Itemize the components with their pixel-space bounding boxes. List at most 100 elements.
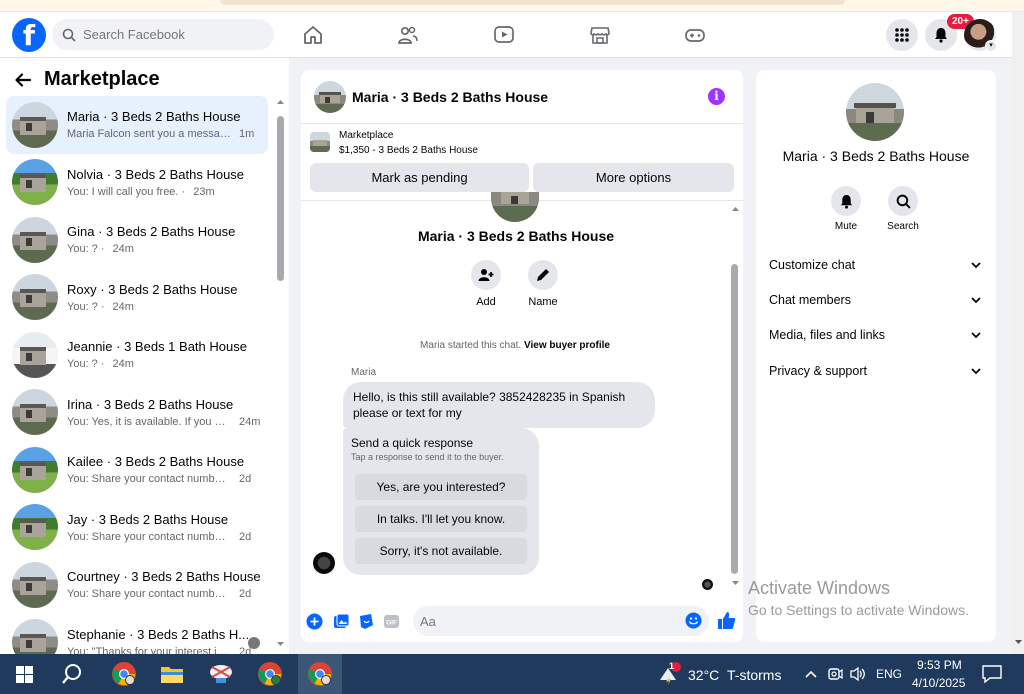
marketplace-icon[interactable]	[587, 22, 613, 48]
like-thumb-icon[interactable]	[717, 611, 736, 630]
language-indicator[interactable]: ENG	[876, 667, 902, 681]
privacy-support-section[interactable]: Privacy & support	[756, 356, 996, 386]
chat-panel: Maria · 3 Beds 2 Baths House i Marketpla…	[301, 70, 743, 642]
media-files-section[interactable]: Media, files and links	[756, 320, 996, 350]
search-input[interactable]	[83, 27, 263, 42]
conversation-item[interactable]: Irina · 3 Beds 2 Baths House You: Yes, it…	[6, 384, 268, 442]
conversation-name: Maria · 3 Beds 2 Baths House	[67, 109, 241, 125]
gaming-icon[interactable]	[682, 22, 708, 48]
conversation-time: 24m	[112, 300, 134, 313]
show-hidden-icons-chevron-icon[interactable]	[802, 654, 820, 694]
message-input-box[interactable]	[413, 606, 709, 636]
conversation-thumbnail	[12, 331, 58, 378]
file-explorer-icon[interactable]	[152, 654, 192, 694]
listing-price-title[interactable]: $1,350 - 3 Beds 2 Baths House	[339, 145, 478, 156]
weather-temperature[interactable]: 32°C	[688, 667, 719, 683]
home-icon[interactable]	[300, 22, 326, 48]
info-icon[interactable]: i	[708, 88, 725, 105]
more-options-button[interactable]: More options	[533, 163, 734, 192]
conversation-preview: You: Share your contact number a...	[67, 530, 231, 543]
clock-time[interactable]: 9:53 PM	[917, 658, 962, 672]
back-arrow-icon[interactable]	[14, 71, 32, 89]
conversation-item[interactable]: Courtney · 3 Beds 2 Baths House You: Shar…	[6, 556, 268, 614]
plus-circle-icon[interactable]	[306, 613, 323, 630]
search-action[interactable]: Search	[878, 186, 928, 232]
conversation-list: Maria · 3 Beds 2 Baths House Maria Falcon…	[6, 96, 268, 654]
sticker-icon[interactable]	[358, 613, 375, 630]
mark-as-pending-button[interactable]: Mark as pending	[310, 163, 529, 192]
chat-members-section[interactable]: Chat members	[756, 285, 996, 315]
conversation-preview: You: ? ·	[67, 300, 105, 313]
chrome-active-window-icon[interactable]	[298, 654, 342, 694]
conversation-name: Courtney · 3 Beds 2 Baths House	[67, 569, 261, 585]
chat-scrollbar[interactable]	[729, 202, 741, 592]
conversation-item[interactable]: Jeannie · 3 Beds 1 Bath House You: ? · 24m	[6, 326, 268, 384]
message-input[interactable]	[420, 613, 670, 629]
sidebar-scrollbar[interactable]	[276, 98, 284, 648]
mute-action[interactable]: Mute	[821, 186, 871, 232]
volume-icon[interactable]	[848, 654, 868, 694]
quick-response-title: Send a quick response	[351, 436, 474, 450]
video-icon[interactable]	[491, 22, 517, 48]
conversation-name: Kailee · 3 Beds 2 Baths House	[67, 454, 245, 470]
conversation-item[interactable]: Stephanie · 3 Beds 2 Baths H... You: "Tha…	[6, 614, 268, 654]
conversation-item[interactable]: Gina · 3 Beds 2 Baths House You: ? · 24m	[6, 211, 268, 269]
conversation-name: Gina · 3 Beds 2 Baths House	[67, 224, 236, 240]
friends-icon[interactable]	[395, 22, 421, 48]
notification-center-icon[interactable]	[978, 654, 1006, 694]
conversation-item[interactable]: Roxy · 3 Beds 2 Baths House You: ? · 24m	[6, 269, 268, 327]
conversation-thumbnail	[12, 446, 58, 493]
weather-icon[interactable]	[655, 654, 683, 694]
quick-response-yes-button[interactable]: Yes, are you interested?	[355, 474, 527, 500]
menu-grid-icon[interactable]	[886, 19, 918, 51]
listing-thumbnail[interactable]	[310, 132, 330, 152]
chat-header: Maria · 3 Beds 2 Baths House i	[301, 70, 743, 124]
conversation-item[interactable]: Kailee · 3 Beds 2 Baths House You: Share …	[6, 441, 268, 499]
quick-response-sorry-button[interactable]: Sorry, it's not available.	[355, 538, 527, 564]
snipping-tool-icon[interactable]	[201, 654, 241, 694]
conversation-item[interactable]: Nolvia · 3 Beds 2 Baths House You: I will…	[6, 154, 268, 212]
chevron-down-icon	[971, 262, 981, 269]
conversation-time: 2d	[239, 473, 252, 486]
page-scrollbar[interactable]	[1012, 12, 1024, 654]
conversation-preview: Maria Falcon sent you a message ...	[67, 128, 231, 141]
gif-icon[interactable]: GIF	[383, 613, 400, 630]
clock-date[interactable]: 4/10/2025	[912, 676, 965, 690]
conversation-item[interactable]: Maria · 3 Beds 2 Baths House Maria Falcon…	[6, 96, 268, 154]
search-label: Search	[887, 221, 919, 232]
weather-description[interactable]: T-storms	[727, 667, 781, 683]
conversation-preview: You: Share your contact number a...	[67, 473, 231, 486]
details-avatar[interactable]	[846, 83, 904, 141]
account-chevron-icon[interactable]: ▾	[985, 40, 997, 52]
conversation-thumbnail	[12, 561, 58, 608]
chat-title: Maria · 3 Beds 2 Baths House	[352, 88, 549, 105]
conversation-name: Irina · 3 Beds 2 Baths House	[67, 396, 234, 412]
customize-chat-section[interactable]: Customize chat	[756, 250, 996, 280]
chrome-profile-icon[interactable]	[104, 654, 144, 694]
browser-top-strip	[0, 0, 1024, 12]
view-buyer-profile-link[interactable]: View buyer profile	[524, 340, 610, 351]
thread-title: Maria · 3 Beds 2 Baths House	[417, 228, 615, 244]
name-action[interactable]: Name	[515, 260, 571, 308]
add-action[interactable]: Add	[458, 260, 514, 308]
conversation-time: 24m	[112, 358, 134, 371]
taskbar-search-icon[interactable]	[54, 654, 90, 694]
quick-response-talks-button[interactable]: In talks. I'll let you know.	[355, 506, 527, 532]
chat-header-avatar[interactable]	[314, 80, 346, 113]
incoming-message: Hello, is this still available? 38524282…	[343, 382, 655, 428]
conversation-name: Stephanie · 3 Beds 2 Baths H...	[67, 626, 250, 642]
quick-response-box: Send a quick response Tap a response to …	[343, 428, 539, 575]
facebook-logo-icon[interactable]: f	[12, 18, 46, 52]
photo-icon[interactable]	[333, 613, 350, 630]
windows-start-icon[interactable]	[6, 654, 42, 694]
search-icon	[62, 28, 76, 42]
camera-device-icon[interactable]	[825, 654, 845, 694]
chrome-icon[interactable]	[250, 654, 290, 694]
search-icon	[896, 194, 911, 209]
conversation-thumbnail	[12, 274, 58, 321]
watermark-title: Activate Windows	[748, 578, 891, 598]
conversation-item[interactable]: Jay · 3 Beds 2 Baths House You: Share you…	[6, 499, 268, 557]
weather-alert-badge: 1	[669, 661, 675, 671]
emoji-icon[interactable]	[685, 612, 702, 629]
search-box[interactable]	[52, 19, 274, 50]
